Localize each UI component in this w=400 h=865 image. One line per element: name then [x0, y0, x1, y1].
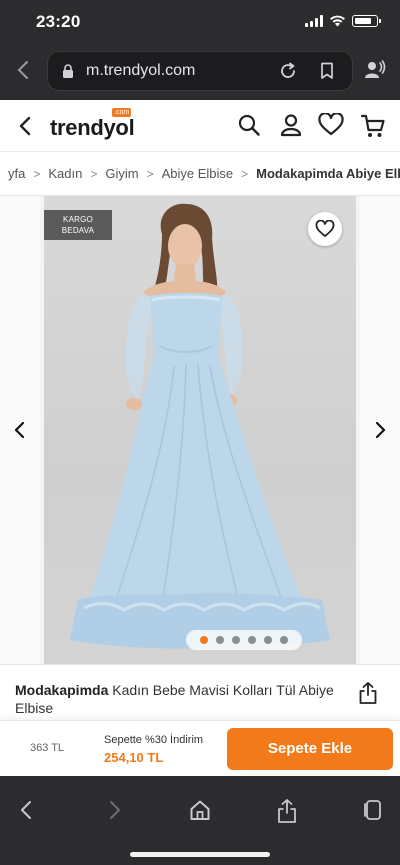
- home-icon[interactable]: [189, 798, 211, 822]
- back-icon[interactable]: [16, 798, 38, 822]
- buy-bar: 363 TL Sepette %30 İndirim 254,10 TL Sep…: [0, 720, 400, 776]
- breadcrumb-separator: >: [90, 166, 98, 181]
- breadcrumb-item[interactable]: yfa: [8, 166, 25, 181]
- favorite-button[interactable]: [308, 212, 342, 246]
- share-icon[interactable]: [358, 681, 378, 705]
- next-arrow-icon[interactable]: [372, 420, 388, 440]
- wifi-icon: [330, 15, 345, 27]
- product-brand[interactable]: Modakapimda: [15, 682, 108, 698]
- site-header: trendyol .com: [0, 100, 400, 152]
- browser-back-icon[interactable]: [12, 58, 36, 82]
- heart-icon[interactable]: [318, 113, 344, 137]
- battery-level: [354, 17, 371, 24]
- product-gallery[interactable]: KARGO BEDAVA: [0, 196, 400, 664]
- badge-line: BEDAVA: [61, 226, 95, 235]
- pagination-dot[interactable]: [232, 636, 240, 644]
- dress-illustration: [70, 203, 330, 649]
- free-shipping-badge: KARGO BEDAVA: [44, 210, 112, 240]
- home-indicator: [130, 852, 270, 857]
- bookmark-icon[interactable]: [320, 62, 334, 80]
- breadcrumb-list: yfa > Kadın > Giyim > Abiye Elbise > Mod…: [8, 166, 400, 181]
- page: 23:20 m.trendyol.com trendyol .com yfa >…: [0, 0, 400, 865]
- back-chevron-icon[interactable]: [14, 114, 36, 138]
- signal-icon: [305, 15, 323, 27]
- badge-line: KARGO: [63, 215, 93, 224]
- logo-text: trendyol: [50, 115, 135, 140]
- browser-address-row: m.trendyol.com: [0, 42, 400, 100]
- product-title: Modakapimda Kadın Bebe Mavisi Kolları Tü…: [15, 681, 345, 717]
- user-icon[interactable]: [279, 113, 303, 137]
- pagination-dot[interactable]: [264, 636, 272, 644]
- reload-icon[interactable]: [278, 61, 298, 81]
- logo-badge: .com: [112, 108, 132, 117]
- pagination-dot[interactable]: [280, 636, 288, 644]
- pagination-dot[interactable]: [200, 636, 208, 644]
- cart-icon[interactable]: [360, 113, 386, 139]
- url-text: m.trendyol.com: [86, 62, 196, 79]
- add-to-cart-button[interactable]: Sepete Ekle: [227, 728, 393, 770]
- pagination-dot[interactable]: [216, 636, 224, 644]
- product-title-area: Modakapimda Kadın Bebe Mavisi Kolları Tü…: [0, 664, 400, 720]
- search-icon[interactable]: [237, 113, 261, 137]
- promo-price: 254,10 TL: [104, 750, 164, 765]
- status-time: 23:20: [36, 12, 81, 31]
- browser-toolbar: [0, 776, 400, 865]
- address-bar[interactable]: m.trendyol.com: [47, 51, 353, 91]
- breadcrumb-separator: >: [33, 166, 41, 181]
- breadcrumb-separator: >: [241, 166, 249, 181]
- old-price: 363 TL: [30, 742, 65, 754]
- breadcrumb: yfa > Kadın > Giyim > Abiye Elbise > Mod…: [0, 152, 400, 196]
- tabs-icon[interactable]: [362, 798, 384, 822]
- prev-arrow-icon[interactable]: [12, 420, 28, 440]
- image-pagination[interactable]: [186, 630, 302, 650]
- product-photo[interactable]: KARGO BEDAVA: [44, 196, 356, 664]
- profile-voice-icon[interactable]: [364, 60, 386, 80]
- pagination-dot[interactable]: [248, 636, 256, 644]
- share-icon[interactable]: [276, 798, 298, 824]
- forward-icon[interactable]: [103, 798, 125, 822]
- lock-icon: [63, 64, 73, 78]
- breadcrumb-current[interactable]: Modakapimda Abiye Elbise: [256, 166, 400, 181]
- breadcrumb-separator: >: [146, 166, 154, 181]
- battery-icon: [352, 15, 381, 27]
- status-icons: [305, 14, 381, 28]
- status-bar: 23:20: [0, 0, 400, 42]
- breadcrumb-item[interactable]: Abiye Elbise: [162, 166, 234, 181]
- promo-label: Sepette %30 İndirim: [104, 734, 204, 746]
- breadcrumb-item[interactable]: Kadın: [48, 166, 82, 181]
- heart-icon: [315, 220, 335, 237]
- breadcrumb-item[interactable]: Giyim: [105, 166, 138, 181]
